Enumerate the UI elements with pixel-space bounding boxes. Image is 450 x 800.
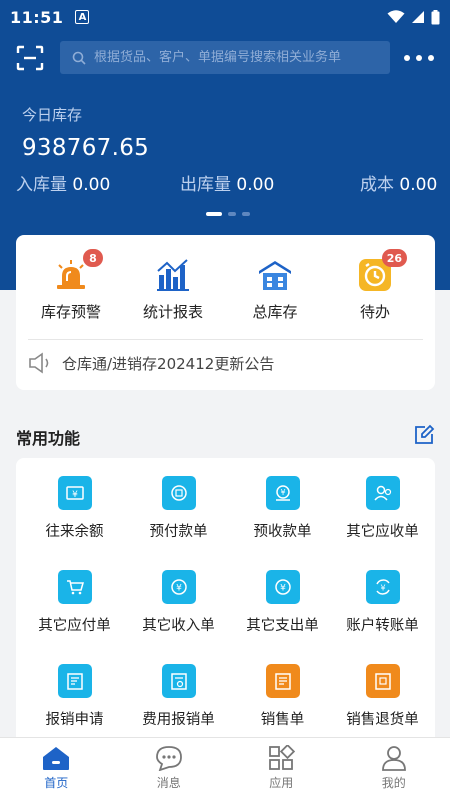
more-icon[interactable] [404, 48, 434, 68]
income-icon: ¥ [161, 570, 196, 604]
scan-icon[interactable] [16, 45, 44, 71]
function-item-prereceive[interactable]: ¥ 预收款单 [230, 476, 335, 541]
home-icon [43, 747, 70, 770]
payable-icon [57, 570, 92, 604]
function-item-income[interactable]: ¥ 其它收入单 [126, 570, 231, 635]
tab-label: 我的 [381, 776, 406, 790]
outbound-label: 出库量 [180, 175, 231, 195]
svg-text:¥: ¥ [280, 488, 285, 497]
announcement-row[interactable]: 仓库通/进销存202412更新公告 [28, 352, 274, 374]
function-label: 其它应收单 [346, 524, 419, 540]
quick-statistics[interactable]: 统计报表 [128, 257, 218, 322]
speaker-icon [29, 352, 49, 374]
search-bar[interactable] [60, 41, 390, 74]
function-label: 其它收入单 [142, 618, 215, 634]
function-label: 往来余额 [45, 524, 104, 540]
todo-badge: 26 [381, 249, 407, 267]
tab-label: 应用 [269, 776, 294, 790]
quick-label: 统计报表 [142, 303, 203, 321]
sales-return-icon [365, 664, 400, 698]
tab-profile[interactable]: 我的 [338, 738, 450, 800]
search-input[interactable] [94, 50, 390, 65]
function-item-expense[interactable]: ¥ 其它支出单 [230, 570, 335, 635]
tab-apps[interactable]: 应用 [225, 738, 338, 800]
apps-icon [269, 745, 296, 770]
function-item-payable[interactable]: 其它应付单 [22, 570, 127, 635]
function-item-sales[interactable]: 销售单 [230, 664, 335, 729]
quick-label: 待办 [359, 303, 390, 321]
quick-total-stock[interactable]: 总库存 [230, 257, 320, 322]
svg-text:¥: ¥ [176, 584, 182, 594]
function-label: 费用报销单 [142, 712, 215, 728]
status-time: 11:51 [10, 7, 64, 27]
expense-icon: ¥ [265, 570, 300, 604]
transfer-icon: ¥ [365, 570, 400, 604]
function-label: 预付款单 [149, 524, 208, 540]
warehouse-icon [259, 261, 291, 290]
reimburse-apply-icon [57, 664, 92, 698]
reimburse-icon [161, 664, 196, 698]
function-item-reimburse[interactable]: 费用报销单 [126, 664, 231, 729]
section-title: 常用功能 [16, 429, 81, 448]
top-bar [0, 40, 450, 76]
function-item-reimburse-apply[interactable]: 报销申请 [22, 664, 127, 729]
card-divider [28, 339, 423, 340]
tab-home[interactable]: 首页 [0, 738, 113, 800]
inbound-stat: 入库量 0.00 [16, 170, 110, 195]
function-grid: ¥ 往来余额 预付款单 ¥ 预收款单 其它应收单 其它应付单 ¥ 其它收入单 ¥… [16, 458, 435, 748]
announcement-text: 仓库通/进销存202412更新公告 [62, 354, 275, 373]
outbound-value: 0.00 [236, 175, 275, 195]
tab-label: 消息 [156, 776, 181, 790]
status-bar: 11:51 A [0, 0, 450, 34]
edit-icon[interactable] [413, 424, 435, 446]
function-label: 其它应付单 [38, 618, 111, 634]
bar-chart-icon [157, 259, 189, 291]
prereceive-icon: ¥ [265, 476, 300, 510]
quick-label: 库存预警 [40, 303, 101, 321]
function-label: 销售单 [260, 712, 305, 728]
function-item-receivable[interactable]: 其它应收单 [330, 476, 435, 541]
quick-stock-alert[interactable]: 8 库存预警 [26, 249, 116, 322]
quick-label: 总库存 [252, 303, 298, 321]
function-label: 账户转账单 [346, 618, 419, 634]
balance-icon: ¥ [57, 476, 92, 510]
function-label: 销售退货单 [346, 712, 419, 728]
stock-alert-badge: 8 [83, 249, 103, 267]
quick-access-card: 8 库存预警 统计报表 总库存 26 待办 仓库通/进销存202412更新公告 [16, 235, 435, 390]
cost-value: 0.00 [399, 175, 438, 195]
function-item-balance[interactable]: ¥ 往来余额 [22, 476, 127, 541]
tab-messages[interactable]: 消息 [113, 738, 226, 800]
function-item-prepay[interactable]: 预付款单 [126, 476, 231, 541]
inbound-value: 0.00 [72, 175, 111, 195]
function-item-transfer[interactable]: ¥ 账户转账单 [330, 570, 435, 635]
tab-label: 首页 [44, 776, 69, 790]
carousel-indicator [206, 212, 250, 216]
profile-icon [381, 746, 406, 771]
search-icon [72, 51, 86, 65]
function-label: 其它支出单 [246, 618, 319, 634]
bottom-tab-bar: 首页 消息 应用 我的 [0, 737, 450, 800]
outbound-stat: 出库量 0.00 [180, 170, 274, 195]
notification-icon: A [75, 10, 90, 24]
svg-text:¥: ¥ [280, 584, 286, 594]
inbound-label: 入库量 [16, 175, 67, 195]
cost-stat: 成本 0.00 [360, 170, 437, 195]
signal-icon [412, 11, 424, 23]
prepay-icon [161, 476, 196, 510]
function-label: 预收款单 [253, 524, 312, 540]
receivable-icon [365, 476, 400, 510]
svg-text:¥: ¥ [72, 490, 78, 500]
cost-label: 成本 [360, 175, 394, 195]
function-label: 报销申请 [45, 712, 104, 728]
svg-text:¥: ¥ [380, 584, 385, 593]
wifi-icon [387, 10, 405, 23]
today-stock-value: 938767.65 [22, 135, 150, 161]
message-icon [155, 746, 182, 771]
quick-todo[interactable]: 26 待办 [330, 249, 420, 322]
function-item-sales-return[interactable]: 销售退货单 [330, 664, 435, 729]
today-stock-label: 今日库存 [22, 106, 83, 124]
battery-icon [431, 9, 440, 24]
sales-icon [265, 664, 300, 698]
